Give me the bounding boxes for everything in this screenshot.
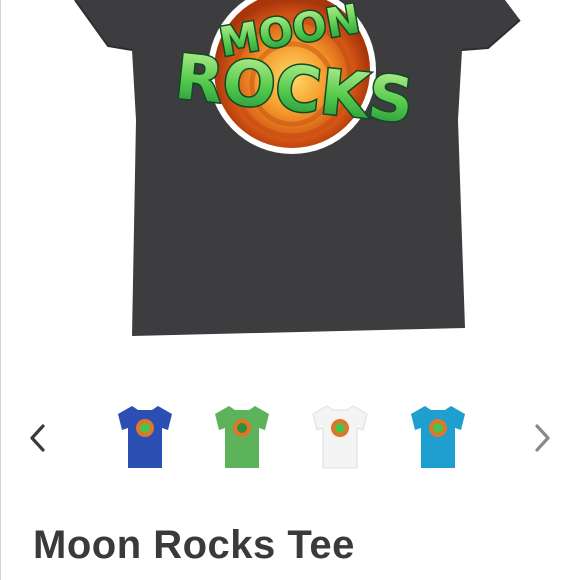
chevron-right-icon (532, 423, 552, 458)
thumbnail-white[interactable] (303, 400, 377, 476)
product-title: Moon Rocks Tee (33, 523, 355, 567)
carousel-next-button[interactable] (522, 418, 562, 462)
carousel-prev-button[interactable] (18, 418, 58, 462)
chevron-left-icon (28, 423, 48, 458)
thumbnail-royal-blue[interactable] (108, 400, 182, 476)
product-main-image[interactable]: MOON ROCKS (0, 0, 580, 350)
thumbnail-aqua[interactable] (401, 400, 475, 476)
thumbnail-green[interactable] (205, 400, 279, 476)
